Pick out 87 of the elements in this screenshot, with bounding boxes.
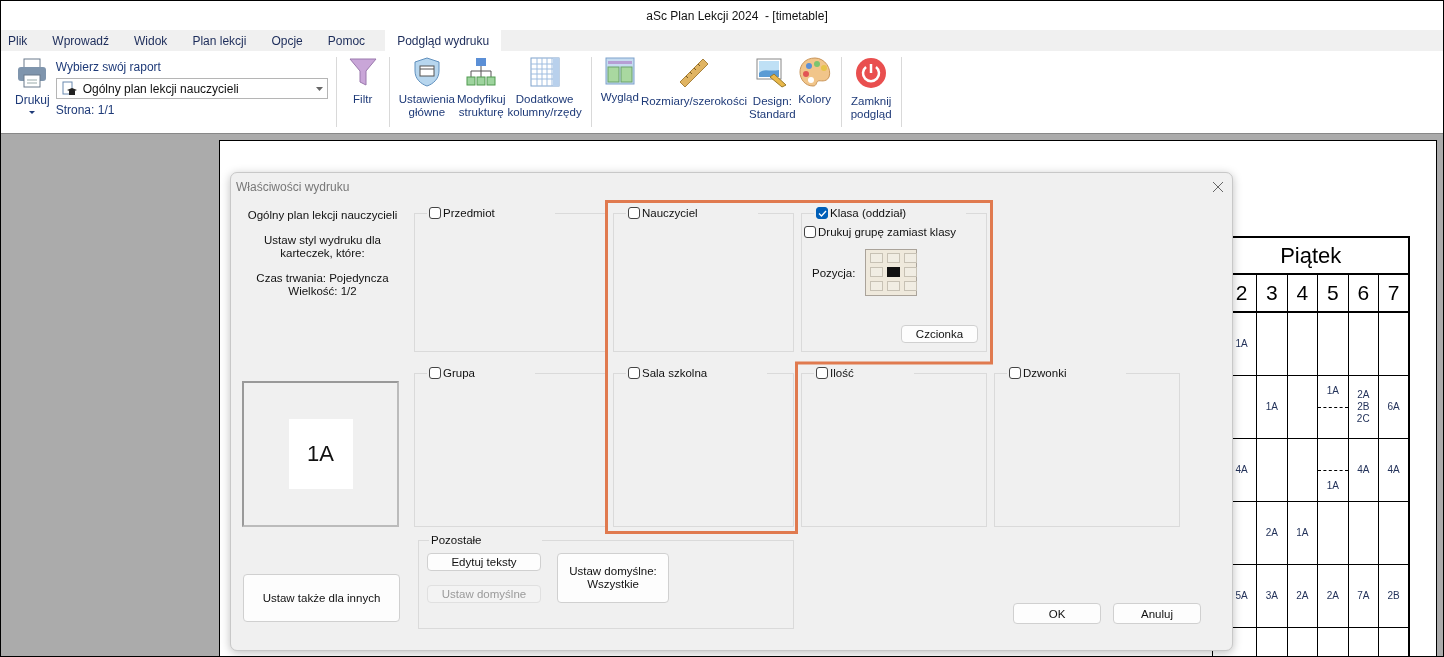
checkbox[interactable] bbox=[816, 207, 828, 219]
ok-button[interactable]: OK bbox=[1013, 603, 1101, 624]
preview-card: 1A bbox=[288, 419, 353, 489]
period-header: 6 bbox=[1348, 274, 1379, 312]
close-button[interactable]: Zamknij podgląd bbox=[849, 51, 893, 121]
checkbox[interactable] bbox=[804, 226, 816, 238]
lesson-class: 6A bbox=[1387, 401, 1400, 412]
font-button[interactable]: Czcionka bbox=[901, 325, 978, 343]
period-header: 7 bbox=[1378, 274, 1409, 312]
checkbox-label: Grupa bbox=[443, 367, 475, 379]
cancel-button[interactable]: Anuluj bbox=[1113, 603, 1201, 624]
lesson-class: 2A 2B 2C bbox=[1356, 389, 1370, 424]
lesson-class: 2A bbox=[1326, 590, 1339, 601]
checkbox[interactable] bbox=[1009, 367, 1021, 379]
lesson-class: 7A bbox=[1357, 590, 1370, 601]
report-label: Wybierz swój raport bbox=[55, 60, 162, 74]
info-text: Ogólny plan lekcji nauczycieli bbox=[246, 209, 399, 222]
layout-button[interactable]: Wygląd bbox=[599, 51, 640, 104]
page-info: Strona: 1/1 bbox=[55, 103, 116, 117]
print-button[interactable]: Drukuj bbox=[13, 51, 52, 114]
menu-tab[interactable]: Opcje bbox=[266, 30, 317, 51]
lesson-class: 1A bbox=[1235, 338, 1248, 349]
ruler-icon bbox=[677, 57, 710, 89]
action-button[interactable]: Edytuj teksty bbox=[427, 553, 541, 571]
palette-icon bbox=[798, 57, 831, 87]
lesson-class: 5A bbox=[1235, 590, 1248, 601]
design-button[interactable]: Design: Standard bbox=[748, 51, 797, 121]
menu-tab[interactable]: Wprowadź bbox=[47, 30, 124, 51]
apply-to-others-button[interactable]: Ustaw także dla innych bbox=[243, 574, 400, 622]
colors-button[interactable]: Kolory bbox=[796, 51, 833, 106]
printer-icon bbox=[16, 57, 49, 89]
group-title: Pozostałe bbox=[431, 534, 482, 546]
info-text: Ustaw styl wydruku dla karteczek, które: bbox=[263, 234, 382, 260]
checkbox-label: Dzwonki bbox=[1023, 367, 1067, 379]
checkbox[interactable] bbox=[816, 367, 828, 379]
lesson-class: 2B bbox=[1387, 590, 1400, 601]
filter-icon bbox=[347, 57, 378, 87]
menu-tab[interactable]: Pomoc bbox=[322, 30, 380, 51]
lesson-class: 2A bbox=[1265, 527, 1278, 538]
period-header: 3 bbox=[1256, 274, 1287, 312]
structure-button[interactable]: Modyfikuj strukturę bbox=[455, 51, 507, 119]
checkbox[interactable] bbox=[429, 207, 441, 219]
caret-icon bbox=[29, 111, 36, 114]
dropdown-arrow-icon bbox=[315, 86, 323, 91]
period-header: 5 bbox=[1317, 274, 1348, 312]
info-text: Czas trwania: Pojedyncza Wielkość: 1/2 bbox=[255, 272, 390, 298]
window-title: aSc Plan Lekcji 2024 - [timetable] bbox=[646, 8, 828, 23]
position-label: Pozycja: bbox=[812, 266, 856, 279]
checkbox-label: Ilość bbox=[830, 367, 854, 379]
dialog-title: Właściwości wydruku bbox=[236, 179, 350, 194]
menu-tab[interactable]: Plan lekcji bbox=[187, 30, 261, 51]
checkbox-label: Nauczyciel bbox=[642, 207, 698, 219]
set-defaults-button[interactable]: Ustaw domyślne: Wszystkie bbox=[557, 553, 669, 603]
document-icon bbox=[60, 80, 77, 97]
lesson-class: 3A bbox=[1265, 590, 1278, 601]
period-header: 4 bbox=[1287, 274, 1318, 312]
filter-button[interactable]: Filtr bbox=[344, 51, 381, 106]
sizes-button[interactable]: Rozmiary/szerokości bbox=[639, 51, 748, 108]
checkbox[interactable] bbox=[628, 207, 640, 219]
checkbox-label: Sala szkolna bbox=[642, 367, 708, 379]
menu-tab[interactable]: Plik bbox=[3, 30, 42, 51]
checkbox-label: Klasa (oddział) bbox=[830, 207, 907, 219]
settings-button[interactable]: Ustawienia główne bbox=[397, 51, 456, 119]
menu-tab[interactable]: Widok bbox=[129, 30, 182, 51]
hierarchy-icon bbox=[466, 57, 497, 87]
lesson-class: 1A bbox=[1265, 401, 1278, 412]
lesson-class: 4A bbox=[1235, 464, 1248, 475]
checkbox-label: Drukuj grupę zamiast klasy bbox=[818, 226, 957, 238]
lesson-class: 4A bbox=[1357, 464, 1370, 475]
lesson-class: 2A bbox=[1296, 590, 1309, 601]
grid-icon bbox=[529, 57, 560, 87]
columns-button[interactable]: Dodatkowe kolumny/rzędy bbox=[506, 51, 583, 119]
close-icon bbox=[1213, 181, 1223, 192]
power-icon bbox=[855, 57, 888, 89]
checkbox[interactable] bbox=[429, 367, 441, 379]
report-select[interactable]: Ogólny plan lekcji nauczycieli bbox=[55, 78, 328, 99]
position-cell[interactable] bbox=[887, 267, 901, 277]
lesson-class: 1A bbox=[1326, 479, 1339, 492]
lesson-class: 1A bbox=[1326, 385, 1339, 398]
picture-pencil-icon bbox=[756, 57, 789, 89]
checkbox-label: Przedmiot bbox=[443, 207, 495, 219]
lesson-class: 4A bbox=[1387, 464, 1400, 475]
layout-icon bbox=[604, 57, 635, 85]
lesson-class: 1A bbox=[1296, 527, 1309, 538]
checkbox[interactable] bbox=[628, 367, 640, 379]
menu-tab[interactable]: Podgląd wydruku bbox=[385, 30, 502, 51]
shield-icon bbox=[412, 57, 441, 87]
